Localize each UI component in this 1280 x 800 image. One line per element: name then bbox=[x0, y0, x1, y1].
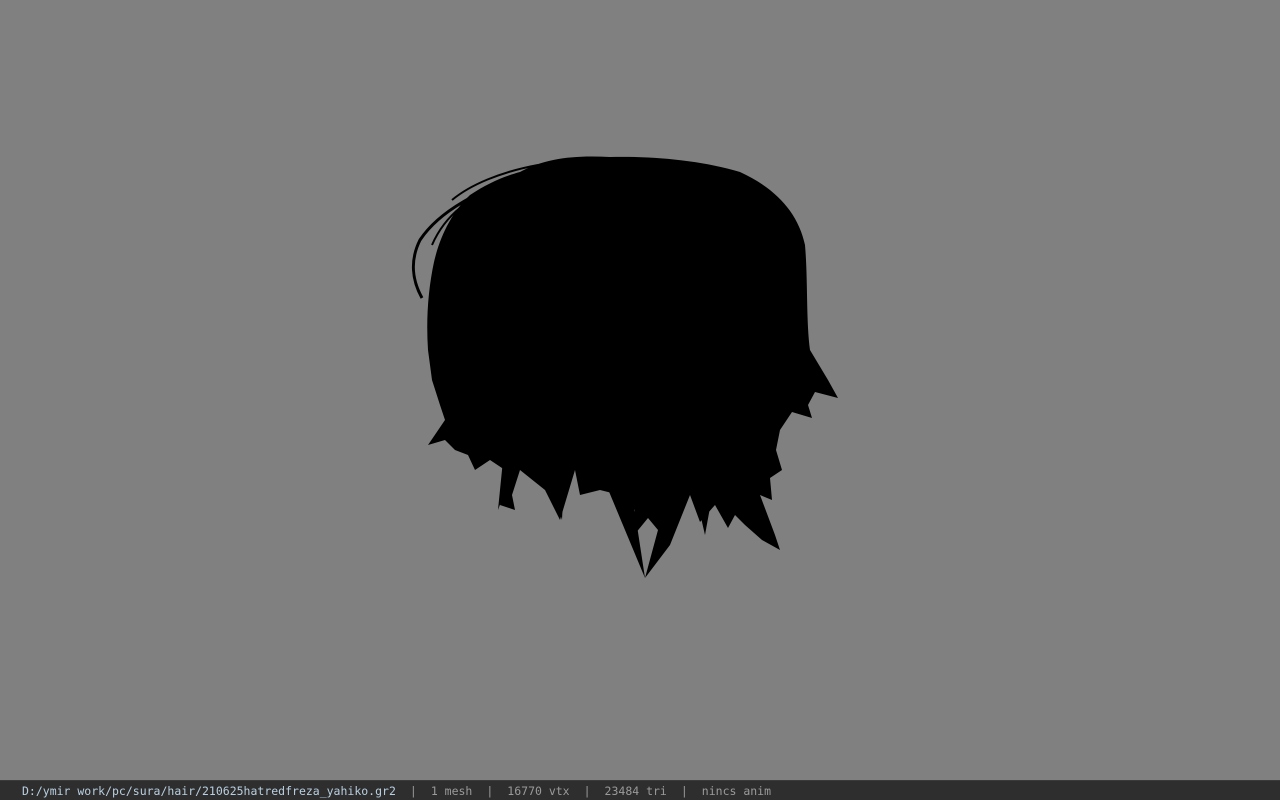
file-path: D:/ymir work/pc/sura/hair/210625hatredfr… bbox=[22, 783, 396, 798]
3d-viewport[interactable] bbox=[0, 0, 1280, 780]
status-bar: D:/ymir work/pc/sura/hair/210625hatredfr… bbox=[0, 780, 1280, 800]
separator: | bbox=[409, 783, 417, 798]
separator: | bbox=[680, 783, 688, 798]
triangle-count: 23484 tri bbox=[604, 783, 667, 798]
mesh-count: 1 mesh bbox=[430, 783, 473, 798]
animation-status: nincs anim bbox=[701, 783, 772, 798]
vertex-count: 16770 vtx bbox=[507, 783, 570, 798]
hair-mesh-model bbox=[412, 156, 838, 579]
separator: | bbox=[583, 783, 591, 798]
separator: | bbox=[486, 783, 494, 798]
